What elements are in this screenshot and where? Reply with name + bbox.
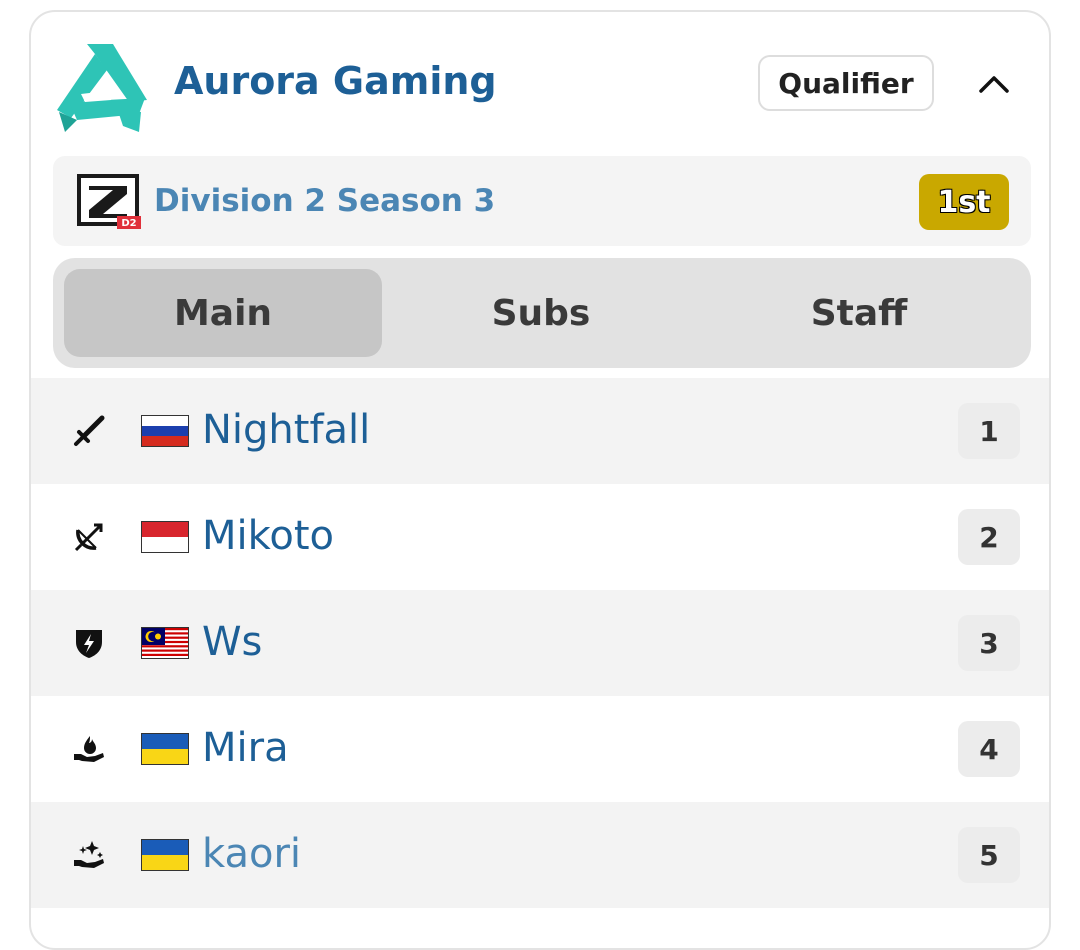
division-row: D2 Division 2 Season 3 1st xyxy=(53,156,1031,246)
roster-row: Mira 4 xyxy=(31,696,1049,802)
collapse-button[interactable] xyxy=(971,64,1017,104)
aurora-logo-icon xyxy=(57,44,147,132)
russia-flag xyxy=(141,415,189,447)
player-name[interactable]: kaori xyxy=(202,828,301,880)
division-logo-icon: D2 xyxy=(77,174,141,229)
position-badge: 5 xyxy=(958,827,1020,883)
position-badge: 3 xyxy=(958,615,1020,671)
chevron-up-icon xyxy=(979,76,1009,93)
player-name[interactable]: Mikoto xyxy=(202,510,334,562)
position-badge: 2 xyxy=(958,509,1020,565)
roster-tabs: Main Subs Staff xyxy=(53,258,1031,368)
roster-row: Mikoto 2 xyxy=(31,484,1049,590)
malaysia-flag xyxy=(141,627,189,659)
team-header: Aurora Gaming Qualifier xyxy=(31,12,1049,152)
player-name[interactable]: Nightfall xyxy=(202,404,370,456)
hand-sparkle-icon xyxy=(71,837,107,873)
hand-flame-icon xyxy=(71,731,107,767)
bow-icon xyxy=(71,519,107,555)
position-badge: 1 xyxy=(958,403,1020,459)
shield-icon xyxy=(71,625,107,661)
player-name[interactable]: Mira xyxy=(202,722,289,774)
division-name[interactable]: Division 2 Season 3 xyxy=(154,181,495,221)
team-name[interactable]: Aurora Gaming xyxy=(174,58,497,104)
tab-subs[interactable]: Subs xyxy=(382,269,700,357)
ukraine-flag xyxy=(141,839,189,871)
roster-row: kaori 5 xyxy=(31,802,1049,908)
division-logo-badge: D2 xyxy=(121,218,136,229)
roster-row: Ws 3 xyxy=(31,590,1049,696)
team-card: Aurora Gaming Qualifier D2 Division 2 Se… xyxy=(29,10,1051,950)
qualifier-button[interactable]: Qualifier xyxy=(758,55,934,111)
tab-main[interactable]: Main xyxy=(64,269,382,357)
ukraine-flag xyxy=(141,733,189,765)
position-badge: 4 xyxy=(958,721,1020,777)
roster-row: Nightfall 1 xyxy=(31,378,1049,484)
placement-badge: 1st xyxy=(919,174,1009,230)
sword-icon xyxy=(71,413,107,449)
tab-staff[interactable]: Staff xyxy=(700,269,1018,357)
player-name[interactable]: Ws xyxy=(202,616,262,668)
roster-list: Nightfall 1 Mikoto 2 Ws 3 Mira 4 kaori 5 xyxy=(31,378,1049,908)
indonesia-flag xyxy=(141,521,189,553)
